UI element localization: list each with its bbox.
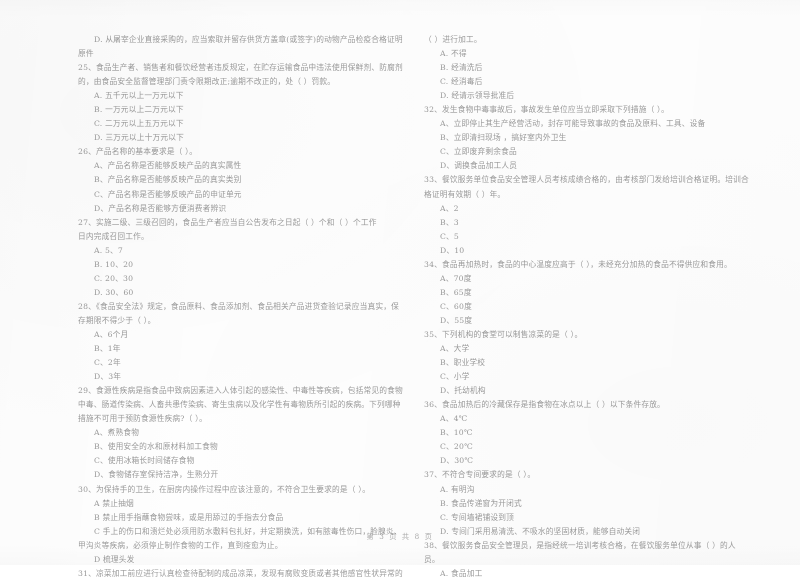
text-line: D、产品名称是否能够方便消费者辨识 [94, 203, 227, 213]
question-35: 35、下列机构的食堂可以制售凉菜的是（ ）。 [424, 329, 583, 339]
question-36: 36、食品加热后的冷藏保存是指食物在冰点以上（ ）以下条件存放。 [424, 400, 665, 410]
text-line: 格证明有效期（ ）年。 [424, 189, 506, 199]
scanned-page: D. 从屠宰企业直接采购的，应当索取并留存供货方盖章(或签字)的动物产品检疫合格… [0, 0, 800, 578]
two-column-body: D. 从屠宰企业直接采购的，应当索取并留存供货方盖章(或签字)的动物产品检疫合格… [0, 33, 800, 581]
text-line: 的，由食品安全监督管理部门责令限期改正;逾期不改正的，处（ ）罚款。 [78, 77, 336, 87]
text-line: 中毒、肠道传染病、人畜共患传染病、寄生虫病以及化学性有毒物质所引起的疾病。下列哪… [78, 400, 401, 410]
question-30: 30、为保持手的卫生，在厨房内操作过程中应该注意的，不符合卫生要求的是（ ）。 [78, 484, 371, 494]
text-line: B. 经清洗后 [440, 63, 483, 73]
text-line: D. 三万元以上十万元以下 [94, 133, 184, 143]
question-26: 26、产品名称的基本要求是（ ）。 [78, 147, 198, 157]
text-line: A、2 [440, 203, 459, 213]
text-line: A、立即停止其生产经营活动，封存可能导致事故的食品及原料、工具、设备 [440, 119, 706, 129]
text-line: D. 30、60 [94, 287, 134, 297]
question-32: 32、发生食物中毒事故后，事故发生单位应当立即采取下列措施（ ）。 [424, 105, 669, 115]
text-line: C、小学 [440, 372, 470, 382]
text-line: C、2年 [94, 358, 121, 368]
text-line: C、立即废弃剩余食品 [440, 147, 517, 157]
text-line: A、大学 [440, 344, 470, 354]
text-line: C. 专间墙裙铺设到顶 [440, 512, 514, 522]
text-line: D. 经请示领导批准后 [440, 91, 515, 101]
text-line: B、10℃ [440, 428, 473, 438]
text-line: D、55度 [440, 315, 473, 325]
text-line: A、70度 [440, 273, 472, 283]
text-line: B、立即清扫现场 ，搞好室内外卫生 [440, 133, 567, 143]
text-line: B、职业学校 [440, 358, 486, 368]
text-line: （ ）进行加工。 [424, 35, 482, 44]
text-line: D、3年 [94, 372, 122, 382]
text-line: C、5 [440, 231, 460, 241]
question-31: 31、凉菜加工前应进行认真检查待配制的成品凉菜，发现有腐败变质或者其他感官性状异… [78, 568, 403, 578]
text-line: D、食物储存室保持洁净，生熟分开 [94, 470, 219, 480]
text-line: D、30℃ [440, 456, 474, 466]
text-line: 措施不可用于预防食源性疾病?（ ）。 [78, 414, 207, 424]
right-text-column: （ ）进行加工。 A. 不得 B. 经清洗后 C. 经消毒后 D. 经请示领导批… [424, 33, 754, 581]
text-line: B、产品名称是否能够反映产品的真实类别 [94, 175, 242, 185]
text-line: C. 20、30 [94, 273, 134, 283]
question-33: 33、餐饮服务单位食品安全管理人员考核成绩合格的，由考核部门发给培训合格证明。培… [424, 175, 749, 185]
text-line: 日内完成召回工作。 [78, 231, 149, 241]
text-line: C、60度 [440, 301, 472, 311]
question-28: 28、《食品安全法》规定，食品原料、食品添加剂、食品相关产品进货查验记录应当真实… [78, 301, 399, 311]
text-line: C、20℃ [440, 442, 473, 452]
text-line: D、10 [440, 245, 465, 255]
text-line: B、1年 [94, 344, 121, 354]
question-34: 34、食品再加热时，食品的中心温度应高于（ ），未经充分加热的食品不得供应和食用… [424, 259, 732, 269]
question-29: 29、食源性疾病是指食品中致病因素进入人体引起的感染性、中毒性等疾病，包括常见的… [78, 386, 403, 396]
left-text-column: D. 从屠宰企业直接采购的，应当索取并留存供货方盖章(或签字)的动物产品检疫合格… [78, 33, 408, 581]
text-line: A、煮熟食物 [94, 428, 140, 438]
text-line: A 禁止抽烟 [94, 498, 134, 508]
text-line: 存期限不得少于（ ）。 [78, 315, 156, 325]
text-line: A、产品名称是否能够反映产品的真实属性 [94, 161, 242, 171]
text-line: A. 食品加工 [440, 568, 483, 578]
text-line: B. 食品传递窗为开闭式 [440, 498, 522, 508]
text-line: B、使用安全的水和原材料加工食物 [94, 442, 218, 452]
text-line: C. 二万元以上五万元以下 [94, 119, 184, 129]
text-line: D、托幼机构 [440, 386, 486, 396]
text-line: C、使用冰箱长时间储存食物 [94, 456, 195, 466]
question-37: 37、不符合专间要求的是（ ）。 [424, 470, 536, 480]
text-line: B. 一万元以上二万元以下 [94, 105, 184, 115]
text-line: A. 5、7 [94, 245, 123, 255]
text-line: 原件 [78, 49, 94, 59]
text-line: D. 从屠宰企业直接采购的，应当索取并留存供货方盖章(或签字)的动物产品检疫合格… [94, 35, 403, 44]
page-top-shading [0, 0, 800, 18]
text-line: A. 不得 [440, 49, 467, 59]
text-line: B. 10、20 [94, 259, 134, 269]
text-line: A、4℃ [440, 414, 468, 424]
text-line: D、调换食品加工人员 [440, 161, 518, 171]
text-line: B、65度 [440, 287, 472, 297]
text-line: C. 经消毒后 [440, 77, 483, 87]
text-line: B 禁止用手指蘸食物尝味，或是用舔过的手指去分食品 [94, 512, 284, 522]
text-line: B、3 [440, 217, 459, 227]
text-line: A. 五千元以上一万元以下 [94, 91, 184, 101]
page-footer: 第 3 页 共 8 页 [366, 532, 434, 541]
text-line: C、产品名称是否能够反映产品的申证单元 [94, 189, 242, 199]
question-25: 25、食品生产者、销售者和餐饮经营者违反规定，在贮存运输食品中违法使用保鲜剂、防… [78, 63, 403, 73]
text-line: A. 有明沟 [440, 484, 475, 494]
text-line: A、6个月 [94, 329, 129, 339]
question-27: 27、实施二级、三级召回的，食品生产者应当自公告发布之日起（ ）个和（ ）个工作 [78, 217, 377, 227]
